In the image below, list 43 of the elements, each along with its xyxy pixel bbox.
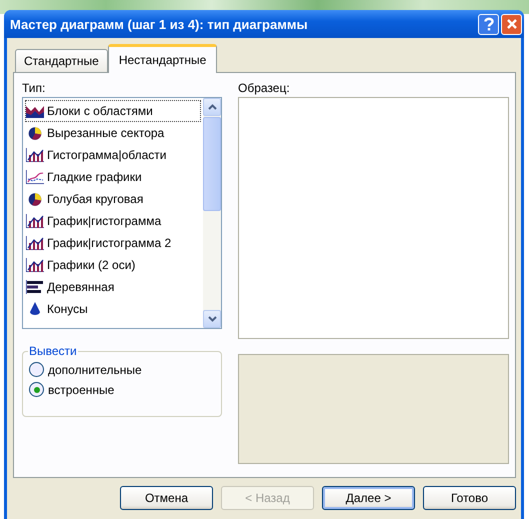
chevron-down-icon bbox=[208, 316, 216, 322]
close-icon bbox=[506, 18, 518, 30]
dialog-button[interactable]: Отмена bbox=[120, 486, 213, 510]
hbar-chart-icon bbox=[26, 280, 44, 294]
tab[interactable]: Стандартные bbox=[15, 49, 108, 72]
dialog-button[interactable]: Готово bbox=[423, 486, 516, 510]
dialog-button[interactable]: Далее > bbox=[322, 486, 415, 510]
list-item[interactable]: График|гистограмма bbox=[25, 210, 201, 232]
line-chart-icon bbox=[26, 170, 44, 184]
help-icon bbox=[482, 17, 494, 31]
combo-chart-icon bbox=[26, 148, 44, 162]
combo-chart-icon bbox=[26, 236, 44, 250]
list-item[interactable]: Гладкие графики bbox=[25, 166, 201, 188]
list-item[interactable]: Гистограмма|области bbox=[25, 144, 201, 166]
list-item[interactable]: Голубая круговая bbox=[25, 188, 201, 210]
type-label: Тип: bbox=[22, 81, 46, 97]
scroll-up-button[interactable] bbox=[203, 98, 221, 116]
combo-chart-icon bbox=[26, 214, 44, 228]
window-title: Мастер диаграмм (шаг 1 из 4): тип диаграммы bbox=[10, 16, 308, 32]
list-item[interactable]: Графики (2 оси) bbox=[25, 254, 201, 276]
radio-option[interactable]: встроенные bbox=[29, 382, 215, 397]
radio-button[interactable] bbox=[29, 362, 44, 377]
pie-chart-icon bbox=[26, 126, 44, 140]
sample-label: Образец: bbox=[238, 81, 291, 97]
list-item[interactable]: График|гистограмма 2 bbox=[25, 232, 201, 254]
list-item[interactable]: Деревянная bbox=[25, 276, 201, 298]
scrollbar[interactable] bbox=[203, 98, 221, 328]
radio-button[interactable] bbox=[29, 382, 44, 397]
help-button[interactable] bbox=[478, 14, 499, 34]
chevron-up-icon bbox=[208, 104, 216, 110]
radio-option[interactable]: дополнительные bbox=[29, 362, 215, 377]
list-item[interactable]: Вырезанные сектора bbox=[25, 122, 201, 144]
group-label: Вывести bbox=[28, 344, 78, 358]
pie-chart-icon bbox=[26, 192, 44, 206]
scroll-down-button[interactable] bbox=[203, 310, 221, 328]
list-item[interactable]: Блоки с областями bbox=[25, 100, 201, 122]
combo-chart-icon bbox=[26, 258, 44, 272]
area-chart-icon bbox=[26, 104, 44, 118]
scroll-thumb[interactable] bbox=[203, 117, 221, 211]
list-item[interactable]: Конусы bbox=[25, 298, 201, 320]
close-button[interactable] bbox=[501, 14, 522, 34]
chart-type-list[interactable]: Блоки с областями Вырезанные сектора Гистограмма|области Гладкие графики Голубая круговая График|гистограмма График|гистограмма 2 Графики (2 оси) Деревянная Конусы bbox=[22, 97, 222, 329]
tab[interactable]: Нестандартные bbox=[108, 44, 218, 73]
